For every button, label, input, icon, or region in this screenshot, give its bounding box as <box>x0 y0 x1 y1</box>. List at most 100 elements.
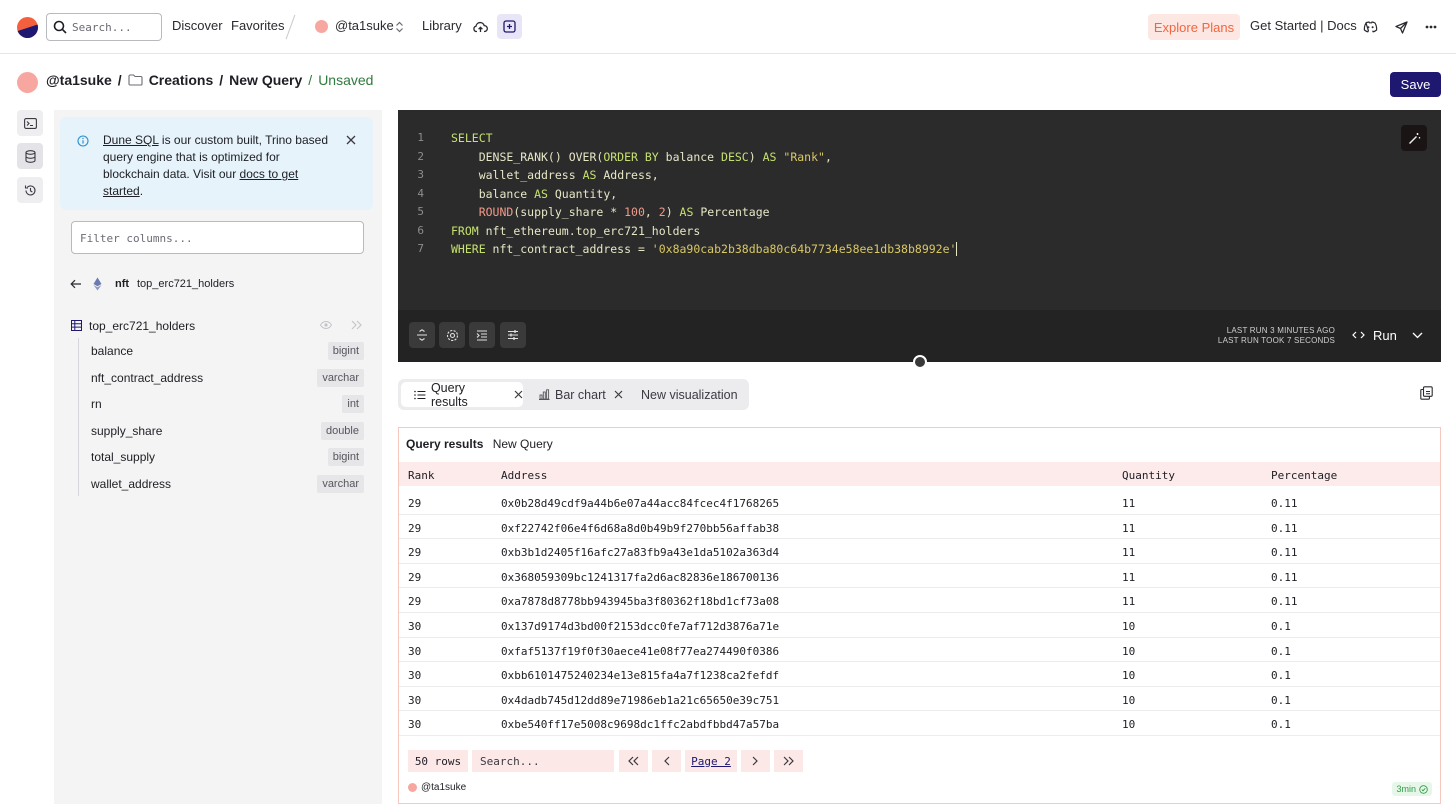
user-avatar[interactable] <box>315 20 328 33</box>
table-row[interactable]: 30 0xfaf5137f19f0f30aece41e08f77ea274490f… <box>399 638 1440 663</box>
cell-quantity: 10 <box>1122 644 1136 658</box>
check-circle-icon <box>1419 784 1428 794</box>
first-page-button[interactable] <box>619 750 648 772</box>
table-name[interactable]: top_erc721_holders <box>89 319 195 333</box>
query-params-button[interactable] <box>500 322 526 348</box>
row-count: 50 rows <box>408 750 468 772</box>
column-row[interactable]: rn int <box>91 393 364 415</box>
tab-label: Query results <box>430 380 468 409</box>
run-code-icon <box>1352 331 1365 339</box>
cell-rank: 30 <box>408 693 422 707</box>
cell-quantity: 10 <box>1122 669 1136 683</box>
table-row[interactable]: 30 0x4dadb745d12dd89e71986eb1a21c65650e39… <box>399 687 1440 712</box>
tab-new-visualization[interactable]: New visualization <box>641 382 738 407</box>
table-row[interactable]: 29 0x0b28d49cdf9a44b6e07a44acc84fcec4f176… <box>399 490 1440 515</box>
results-owner[interactable]: @ta1suke <box>421 782 466 793</box>
folder-icon <box>128 74 143 86</box>
global-search-placeholder: Search... <box>72 20 132 34</box>
schema-name[interactable]: nft <box>115 278 129 290</box>
back-arrow-icon[interactable] <box>70 279 82 289</box>
previous-page-button[interactable] <box>652 750 681 772</box>
chevron-left-icon <box>664 756 670 766</box>
nav-favorites[interactable]: Favorites <box>231 18 284 33</box>
column-type: int <box>342 395 364 413</box>
cell-quantity: 10 <box>1122 693 1136 707</box>
editor-resize-handle[interactable] <box>913 355 927 369</box>
table-row[interactable]: 29 0xb3b1d2405f16afc27a83fb9a43e1da5102a3… <box>399 539 1440 564</box>
tab-bar-chart[interactable]: Bar chart <box>538 382 628 407</box>
close-tab-icon[interactable] <box>514 390 523 399</box>
collapse-editor-button[interactable] <box>409 322 435 348</box>
format-query-button[interactable] <box>469 322 495 348</box>
send-icon[interactable] <box>1392 18 1410 36</box>
get-started-docs-link[interactable]: Get Started | Docs <box>1250 18 1357 33</box>
column-row[interactable]: total_supply bigint <box>91 446 364 468</box>
discord-icon[interactable] <box>1361 18 1379 36</box>
owner-avatar[interactable] <box>17 72 38 93</box>
copy-results-icon[interactable] <box>1420 386 1433 400</box>
run-options-button[interactable] <box>1406 322 1428 348</box>
current-page[interactable]: Page 2 <box>685 750 737 772</box>
last-page-button[interactable] <box>774 750 803 772</box>
cell-address: 0x0b28d49cdf9a44b6e07a44acc84fcec4f17682… <box>501 497 780 510</box>
table-row[interactable]: 29 0x368059309bc1241317fa2d6ac82836e18670… <box>399 564 1440 589</box>
tab-query-results[interactable]: Query results <box>401 380 523 409</box>
magic-wand-button[interactable] <box>1401 125 1427 151</box>
cell-rank: 29 <box>408 595 422 609</box>
save-button[interactable]: Save <box>1390 72 1441 97</box>
results-footer: @ta1suke <box>408 782 466 793</box>
explore-plans-button[interactable]: Explore Plans <box>1148 14 1240 40</box>
line-number: 4 <box>417 186 424 200</box>
table-row[interactable]: 30 0xbb6101475240234e13e815fa4a7f1238ca2f… <box>399 662 1440 687</box>
magic-wand-icon <box>1408 132 1420 144</box>
column-row[interactable]: nft_contract_address varchar <box>91 367 364 389</box>
column-header-rank[interactable]: Rank <box>408 469 435 482</box>
global-search[interactable]: Search... <box>46 13 162 41</box>
filter-columns-input[interactable]: Filter columns... <box>71 221 364 254</box>
more-options-icon[interactable] <box>1422 18 1440 36</box>
rail-database-button[interactable] <box>17 143 43 169</box>
eye-icon[interactable] <box>320 321 332 329</box>
table-row[interactable]: 30 0xbe540ff17e5008c9698dc1ffc2abdfbbd47a… <box>399 711 1440 736</box>
table-row[interactable]: 29 0xf22742f06e4f6d68a8d0b49b9f270bb56aff… <box>399 515 1440 540</box>
column-row[interactable]: supply_share double <box>91 420 364 442</box>
dune-sql-link[interactable]: Dune SQL <box>103 133 159 147</box>
sql-code[interactable]: SELECT DENSE_RANK() OVER(ORDER BY balanc… <box>451 129 958 259</box>
new-query-button[interactable] <box>497 14 522 39</box>
breadcrumb-user[interactable]: @ta1suke <box>46 72 112 88</box>
column-header-quantity[interactable]: Quantity <box>1122 469 1175 482</box>
sql-editor[interactable]: 1 2 3 4 5 6 7 SELECT DENSE_RANK() OVER(O… <box>398 110 1441 362</box>
table-row[interactable]: 29 0xa7878d8778bb943945ba3f80362f18bd1cf7… <box>399 588 1440 613</box>
cell-percentage: 0.1 <box>1271 669 1291 683</box>
editor-settings-button[interactable] <box>439 322 465 348</box>
nav-discover[interactable]: Discover <box>172 18 223 33</box>
dune-logo[interactable] <box>17 17 38 38</box>
cell-percentage: 0.1 <box>1271 644 1291 658</box>
column-row[interactable]: balance bigint <box>91 340 364 362</box>
cloud-upload-icon[interactable] <box>470 17 490 37</box>
breadcrumb-folder[interactable]: Creations <box>149 72 214 88</box>
cell-address: 0x4dadb745d12dd89e71986eb1a21c65650e39c7… <box>501 693 780 707</box>
rail-history-button[interactable] <box>17 177 43 203</box>
run-button[interactable]: Run <box>1342 322 1402 348</box>
double-chevron-right-icon[interactable] <box>351 320 362 330</box>
close-tab-icon[interactable] <box>614 390 623 399</box>
column-header-percentage[interactable]: Percentage <box>1271 469 1337 482</box>
rail-terminal-button[interactable] <box>17 110 43 136</box>
chevron-updown-icon[interactable] <box>395 21 404 33</box>
results-search-input[interactable]: Search... <box>472 750 614 772</box>
breadcrumb-query[interactable]: New Query <box>229 72 302 88</box>
line-number: 3 <box>417 168 424 181</box>
line-number: 6 <box>417 223 424 237</box>
next-page-button[interactable] <box>741 750 770 772</box>
nav-library[interactable]: Library <box>422 18 462 33</box>
column-row[interactable]: wallet_address varchar <box>91 473 364 495</box>
table-row[interactable]: 30 0x137d9174d3bd00f2153dcc0fe7af712d3876… <box>399 613 1440 638</box>
close-icon[interactable] <box>346 135 356 145</box>
column-header-address[interactable]: Address <box>501 469 547 482</box>
table-breadcrumb[interactable]: top_erc721_holders <box>137 278 234 290</box>
column-name: nft_contract_address <box>91 371 204 385</box>
breadcrumb: @ta1suke / Creations / New Query / Unsav… <box>46 72 373 88</box>
nav-user[interactable]: @ta1suke <box>335 18 394 33</box>
results-query-name: New Query <box>492 437 553 451</box>
